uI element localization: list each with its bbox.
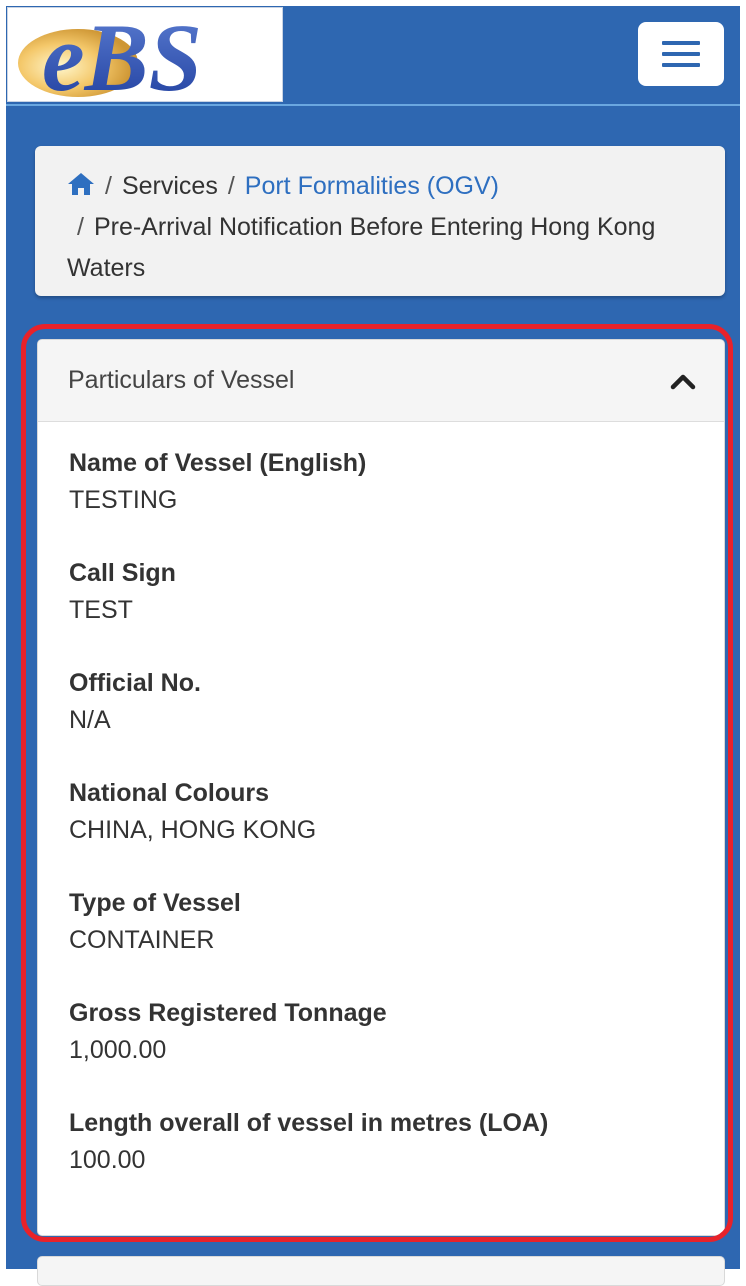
panel-header-toggle[interactable]: Particulars of Vessel <box>38 340 724 422</box>
breadcrumb-separator: / <box>227 172 235 200</box>
field-call-sign: Call Sign TEST <box>69 554 694 664</box>
logo-lettering: eBS <box>42 8 202 102</box>
field-label: Official No. <box>69 669 201 697</box>
field-national-colours: National Colours CHINA, HONG KONG <box>69 774 694 884</box>
breadcrumb-port-formalities-link[interactable]: Port Formalities (OGV) <box>245 172 499 200</box>
breadcrumb: / Services / Port Formalities (OGV) / Pre-Arr… <box>35 146 725 296</box>
panel-body: Name of Vessel (English) TESTING Call Si… <box>38 422 724 1214</box>
next-panel-edge <box>37 1256 725 1286</box>
page-frame: eBS / Services / Port Formalities (OGV) / Pre… <box>6 6 740 1286</box>
breadcrumb-separator: / <box>77 213 84 241</box>
field-label: National Colours <box>69 779 270 807</box>
field-value: TEST <box>69 596 133 624</box>
field-official-no: Official No. N/A <box>69 664 694 774</box>
ebs-logo-graphic: eBS <box>18 8 202 102</box>
top-navbar: eBS <box>6 6 740 106</box>
field-type-of-vessel: Type of Vessel CONTAINER <box>69 884 694 994</box>
field-gross-tonnage: Gross Registered Tonnage 1,000.00 <box>69 994 694 1104</box>
field-value: TESTING <box>69 486 178 514</box>
breadcrumb-current-page: Pre-Arrival Notification Before Entering… <box>67 213 656 282</box>
field-label: Call Sign <box>69 559 176 587</box>
field-label: Type of Vessel <box>69 889 241 917</box>
breadcrumb-services: Services <box>121 172 218 200</box>
field-label: Name of Vessel (English) <box>69 449 367 477</box>
panel-title: Particulars of Vessel <box>68 366 295 394</box>
vessel-particulars-panel: Particulars of Vessel Name of Vessel (En… <box>37 339 725 1236</box>
field-label: Length overall of vessel in metres (LOA) <box>69 1109 549 1137</box>
chevron-up-icon[interactable] <box>670 372 696 390</box>
home-icon[interactable] <box>67 172 95 196</box>
field-value: CONTAINER <box>69 926 215 954</box>
breadcrumb-separator: / <box>105 172 112 200</box>
field-vessel-name: Name of Vessel (English) TESTING <box>69 444 694 554</box>
ebs-logo[interactable]: eBS <box>7 7 283 102</box>
field-value: N/A <box>69 706 111 734</box>
hamburger-menu-icon <box>662 41 700 45</box>
field-length-overall: Length overall of vessel in metres (LOA)… <box>69 1104 694 1214</box>
field-value: 100.00 <box>69 1146 146 1174</box>
field-value: CHINA, HONG KONG <box>69 816 317 844</box>
field-value: 1,000.00 <box>69 1036 167 1064</box>
hamburger-menu-button[interactable] <box>638 22 724 86</box>
field-label: Gross Registered Tonnage <box>69 999 387 1027</box>
